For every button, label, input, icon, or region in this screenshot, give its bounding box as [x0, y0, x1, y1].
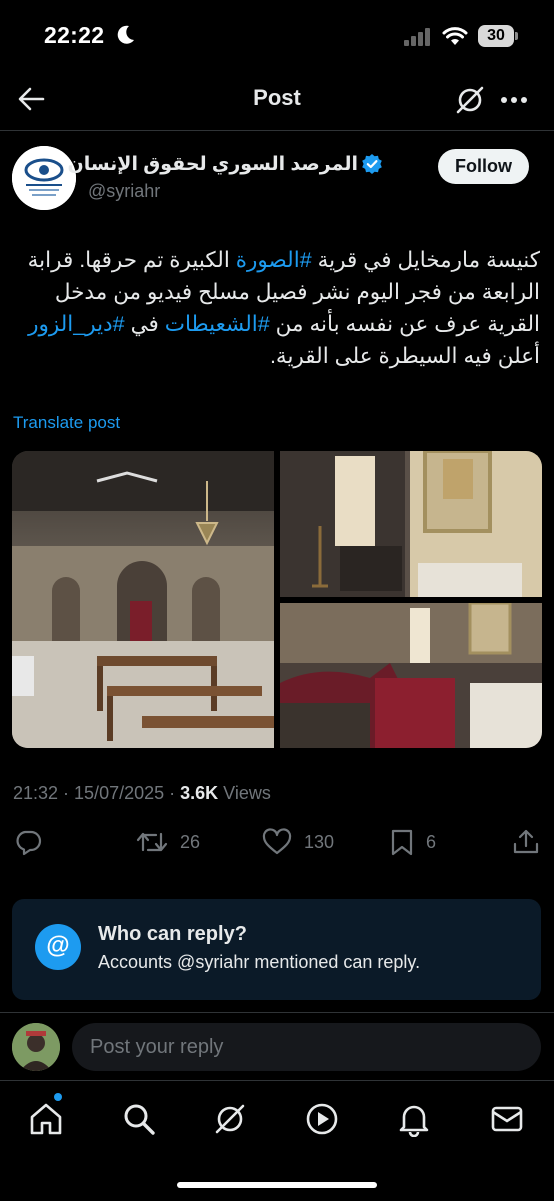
views-label: Views — [218, 783, 271, 803]
battery-level: 30 — [487, 27, 505, 44]
hashtag-link[interactable]: #الشعيطات — [165, 312, 270, 336]
post-image-1[interactable] — [12, 451, 274, 748]
home-icon[interactable] — [28, 1101, 64, 1137]
reply-composer — [0, 1012, 554, 1081]
post-text-segment: في — [124, 312, 165, 336]
bookmark-icon — [391, 829, 413, 856]
who-can-reply-title: Who can reply? — [98, 923, 247, 945]
author-handle[interactable]: @syriahr — [88, 181, 160, 202]
messages-icon[interactable] — [489, 1101, 525, 1137]
moon-icon — [117, 25, 134, 44]
battery-icon: 30 — [478, 25, 518, 47]
repost-icon — [136, 832, 168, 852]
bookmark-count: 6 — [426, 831, 437, 852]
home-indicator — [177, 1182, 377, 1188]
translate-post-link[interactable]: Translate post — [13, 413, 120, 433]
author-avatar[interactable] — [12, 146, 76, 210]
post-header: Post — [0, 70, 554, 131]
post-text-segment: كنيسة مارمخايل في قرية — [311, 248, 540, 272]
notifications-icon[interactable] — [396, 1101, 432, 1137]
wifi-icon — [442, 27, 468, 45]
post-media-grid — [12, 451, 542, 748]
more-icon[interactable] — [500, 96, 528, 104]
signal-icon — [404, 28, 430, 46]
reply-button[interactable] — [14, 828, 42, 856]
home-notification-dot — [54, 1093, 62, 1101]
bottom-nav — [0, 1080, 554, 1201]
grok-icon[interactable] — [212, 1101, 248, 1137]
post-text-segment: أعلن فيه السيطرة على القرية. — [269, 344, 540, 368]
post-timestamp: 21:32 · 15/07/2025 · — [13, 783, 181, 803]
video-icon[interactable] — [304, 1101, 340, 1137]
status-time: 22:22 — [44, 22, 105, 48]
post-meta: 21:32 · 15/07/2025 · 3.6K Views — [13, 783, 271, 804]
grok-icon[interactable] — [454, 84, 486, 116]
reply-icon — [16, 830, 42, 856]
bookmark-button[interactable]: 6 — [390, 828, 436, 856]
search-icon[interactable] — [121, 1101, 157, 1137]
reply-input[interactable] — [72, 1023, 541, 1071]
who-can-reply-subtitle: Accounts @syriahr mentioned can reply. — [98, 952, 421, 972]
repost-count: 26 — [180, 831, 201, 852]
post-image-3[interactable] — [280, 603, 542, 748]
user-avatar[interactable] — [12, 1023, 60, 1071]
who-can-reply-card: @ Who can reply? Accounts @syriahr menti… — [12, 899, 541, 1000]
verified-badge-icon — [362, 154, 382, 174]
heart-icon — [262, 828, 292, 855]
like-button[interactable]: 130 — [262, 828, 334, 856]
post-actions: 26 130 6 — [0, 828, 554, 864]
share-icon — [513, 829, 539, 854]
at-sign-icon: @ — [35, 924, 81, 970]
hashtag-link[interactable]: #دير_الزور — [28, 312, 125, 336]
share-button[interactable] — [512, 828, 540, 856]
status-bar: 22:22 30 — [0, 0, 554, 70]
author-name[interactable]: المرصد السوري لحقوق الإنسان — [67, 153, 358, 176]
views-count[interactable]: 3.6K — [180, 783, 218, 803]
repost-button[interactable]: 26 — [136, 828, 200, 856]
post-text: كنيسة مارمخايل في قرية #الصورة الكبيرة ت… — [14, 244, 540, 372]
follow-button[interactable]: Follow — [438, 149, 529, 184]
hashtag-link[interactable]: #الصورة — [236, 248, 312, 272]
like-count: 130 — [304, 831, 335, 852]
post-image-2[interactable] — [280, 451, 542, 597]
